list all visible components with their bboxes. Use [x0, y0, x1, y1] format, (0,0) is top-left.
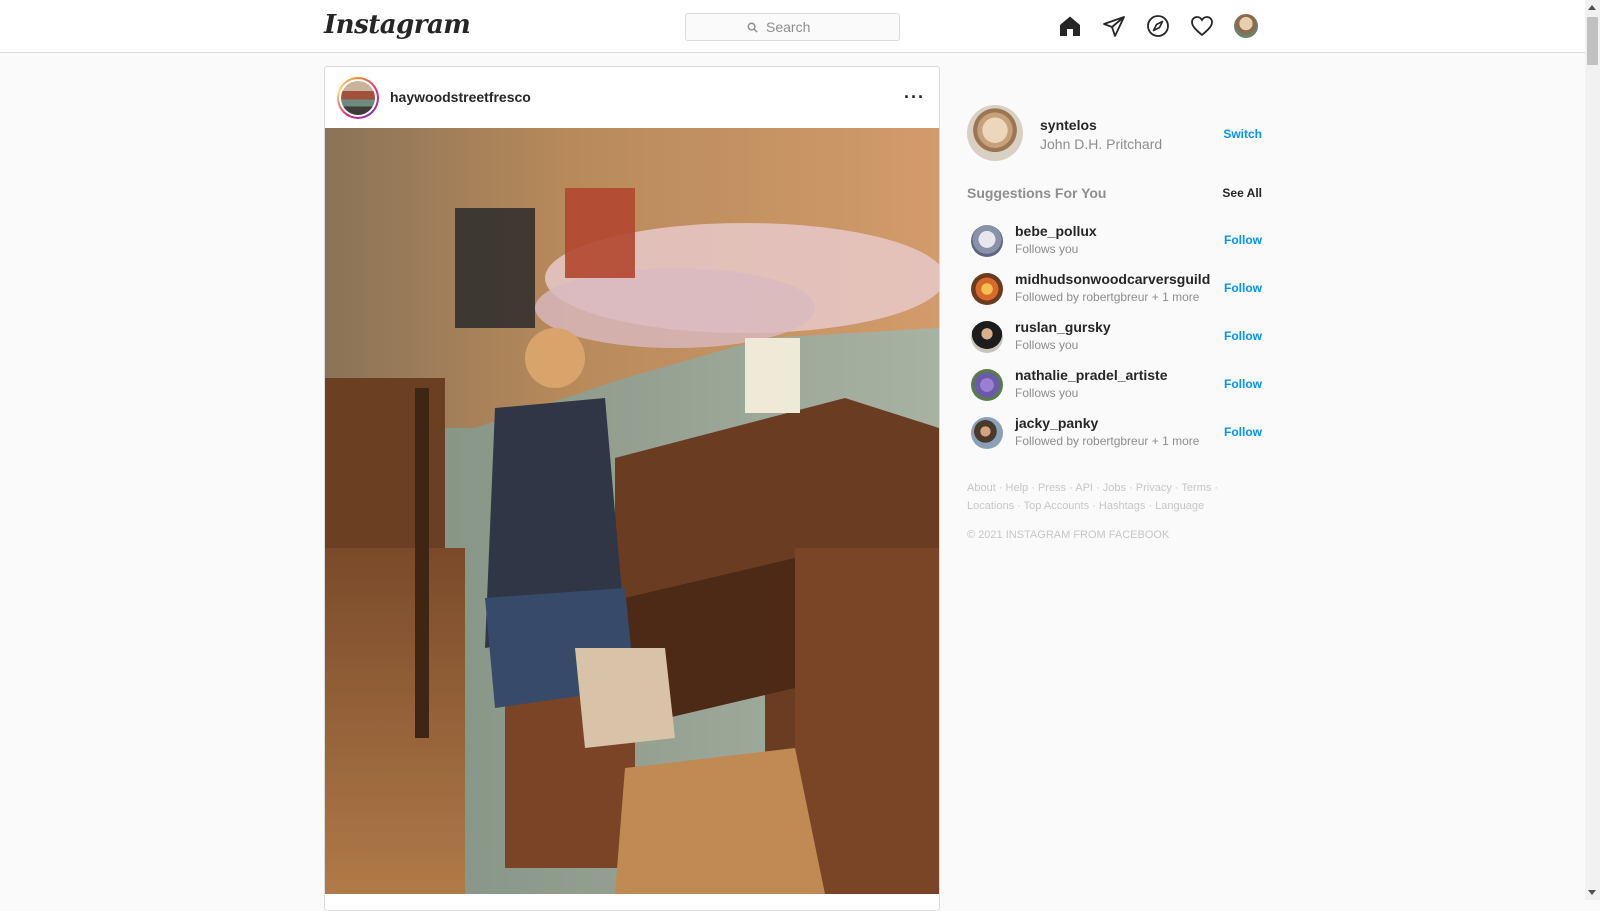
scrollbar-thumb[interactable]	[1587, 17, 1598, 65]
suggestion-item: ruslan_gursky Follows you Follow	[967, 313, 1262, 361]
see-all-button[interactable]: See All	[1222, 186, 1262, 200]
scroll-down-arrow-icon[interactable]	[1588, 890, 1596, 895]
suggestion-username[interactable]: bebe_pollux	[1015, 223, 1097, 239]
post-author-avatar[interactable]	[337, 77, 379, 119]
page-scrollbar[interactable]	[1585, 0, 1600, 900]
suggestions-header: Suggestions For You See All	[967, 185, 1262, 205]
footer-link-locations[interactable]: Locations	[967, 500, 1014, 512]
follow-button[interactable]: Follow	[1224, 377, 1262, 391]
follow-button[interactable]: Follow	[1224, 281, 1262, 295]
nav-icons	[1058, 14, 1258, 38]
suggestion-username[interactable]: jacky_panky	[1015, 415, 1098, 431]
suggestions-title: Suggestions For You	[967, 185, 1107, 201]
explore-compass-icon[interactable]	[1146, 14, 1170, 38]
footer-link-press[interactable]: Press	[1038, 482, 1066, 494]
suggestion-reason: Follows you	[1015, 242, 1079, 256]
footer-link-help[interactable]: Help	[1006, 482, 1029, 494]
search-icon	[747, 22, 758, 33]
follow-button[interactable]: Follow	[1224, 233, 1262, 247]
follow-button[interactable]: Follow	[1224, 329, 1262, 343]
current-user-avatar[interactable]	[967, 105, 1023, 161]
suggestion-reason: Follows you	[1015, 386, 1079, 400]
suggestion-username[interactable]: nathalie_pradel_artiste	[1015, 367, 1168, 383]
current-user-fullname: John D.H. Pritchard	[1040, 136, 1163, 152]
suggestion-username[interactable]: ruslan_gursky	[1015, 319, 1111, 335]
suggestion-avatar[interactable]	[971, 417, 1003, 449]
search-input[interactable]	[764, 18, 838, 36]
suggestion-reason: Follows you	[1015, 338, 1079, 352]
suggestions-list: bebe_pollux Follows you Follow midhudson…	[967, 217, 1262, 457]
feed-post: haywoodstreetfresco ···	[324, 66, 940, 911]
instagram-logo[interactable]: Instagram	[324, 10, 471, 40]
sidebar: syntelos John D.H. Pritchard Switch Sugg…	[967, 105, 1262, 541]
footer-link-api[interactable]: API	[1075, 482, 1093, 494]
current-user-username[interactable]: syntelos	[1040, 117, 1097, 133]
suggestion-avatar[interactable]	[971, 225, 1003, 257]
top-navigation-bar: Instagram	[0, 0, 1585, 53]
post-header: haywoodstreetfresco ···	[325, 67, 939, 129]
direct-message-icon[interactable]	[1102, 14, 1126, 38]
footer-link-terms[interactable]: Terms	[1181, 482, 1211, 494]
footer-link-top-accounts[interactable]: Top Accounts	[1024, 500, 1089, 512]
post-media-video[interactable]	[325, 128, 939, 894]
suggestion-item: nathalie_pradel_artiste Follows you Foll…	[967, 361, 1262, 409]
footer-link-language[interactable]: Language	[1155, 500, 1204, 512]
footer-link-about[interactable]: About	[967, 482, 996, 494]
post-options-button[interactable]: ···	[904, 87, 925, 108]
suggestion-item: bebe_pollux Follows you Follow	[967, 217, 1262, 265]
current-user: syntelos John D.H. Pritchard Switch	[967, 105, 1262, 161]
suggestion-avatar[interactable]	[971, 321, 1003, 353]
footer-links: About · Help · Press · API · Jobs · Priv…	[967, 482, 1219, 512]
activity-heart-icon[interactable]	[1190, 14, 1214, 38]
suggestion-username[interactable]: midhudsonwoodcarversguild	[1015, 271, 1210, 287]
copyright-notice: © 2021 INSTAGRAM FROM FACEBOOK	[967, 529, 1170, 541]
suggestion-reason: Followed by robertgbreur + 1 more	[1015, 434, 1200, 448]
footer-link-privacy[interactable]: Privacy	[1136, 482, 1172, 494]
suggestion-item: jacky_panky Followed by robertgbreur + 1…	[967, 409, 1262, 457]
footer-link-hashtags[interactable]: Hashtags	[1099, 500, 1145, 512]
footer-link-jobs[interactable]: Jobs	[1103, 482, 1126, 494]
follow-button[interactable]: Follow	[1224, 425, 1262, 439]
suggestion-item: midhudsonwoodcarversguild Followed by ro…	[967, 265, 1262, 313]
suggestion-avatar[interactable]	[971, 273, 1003, 305]
scroll-up-arrow-icon[interactable]	[1588, 5, 1596, 10]
switch-account-button[interactable]: Switch	[1223, 127, 1262, 141]
post-author-username[interactable]: haywoodstreetfresco	[390, 89, 531, 105]
home-icon[interactable]	[1058, 14, 1082, 38]
search-box[interactable]	[685, 13, 900, 41]
suggestion-avatar[interactable]	[971, 369, 1003, 401]
profile-avatar[interactable]	[1234, 14, 1258, 38]
suggestion-reason: Followed by robertgbreur + 1 more	[1015, 290, 1200, 304]
